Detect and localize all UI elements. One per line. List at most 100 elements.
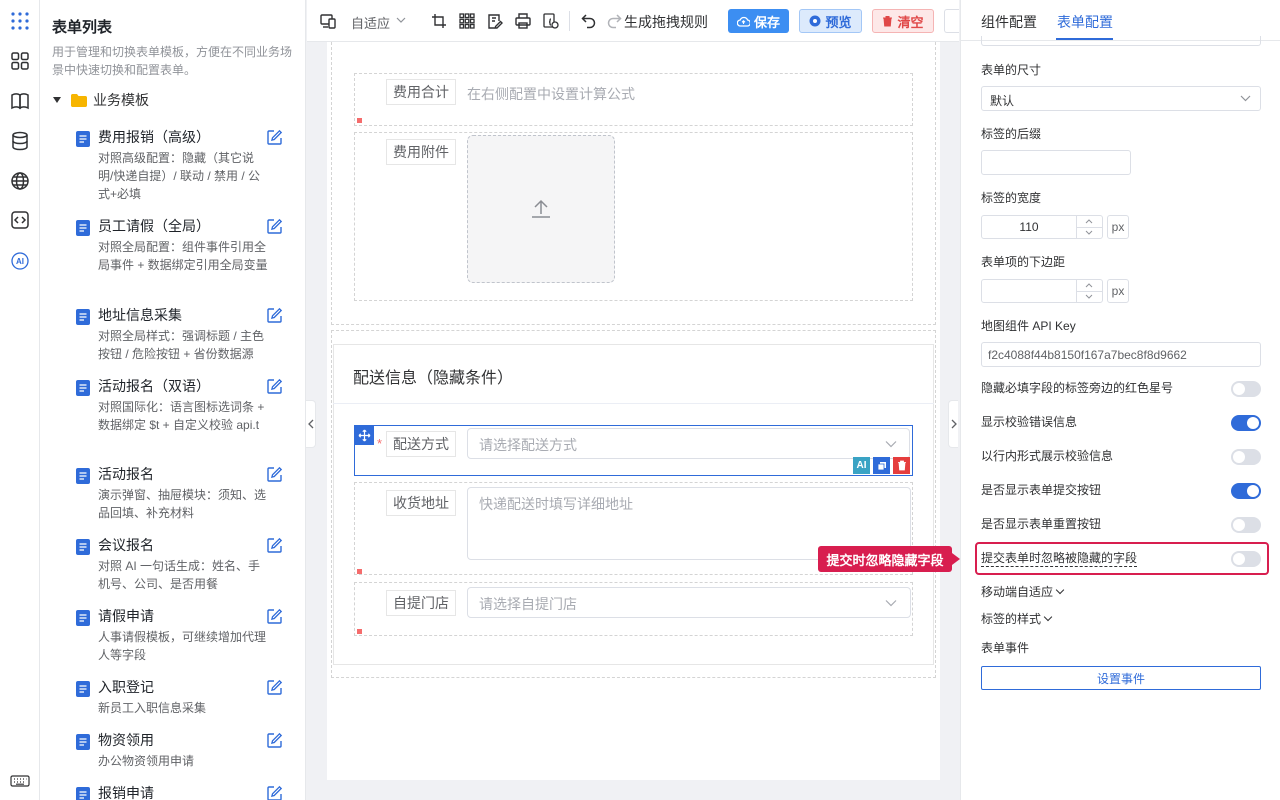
print-icon[interactable] xyxy=(514,12,532,30)
tab-form-config[interactable]: 表单配置 xyxy=(1057,12,1113,32)
grid-icon[interactable] xyxy=(458,12,476,30)
map-key-input[interactable]: f2c4088f44b8150f167a7bec8f8d9662 xyxy=(981,342,1261,367)
toggle-knob xyxy=(1233,383,1245,395)
clipped-input[interactable] xyxy=(981,36,1261,46)
upload-box[interactable] xyxy=(467,135,615,283)
margin-unit: px xyxy=(1107,279,1129,303)
margin-input[interactable] xyxy=(981,279,1103,303)
chevron-down-icon xyxy=(885,600,897,607)
section-title: 配送信息（隐藏条件） xyxy=(353,370,514,387)
edit-icon[interactable] xyxy=(266,679,283,696)
edit-icon[interactable] xyxy=(266,218,283,235)
copy-button[interactable] xyxy=(873,457,890,474)
set-events-button[interactable]: 设置事件 xyxy=(981,666,1261,690)
arrow-down-icon xyxy=(1085,230,1093,235)
toggle-switch[interactable] xyxy=(1231,483,1261,499)
clear-button[interactable]: 清空 xyxy=(872,9,934,33)
sidebar-description: 用于管理和切换表单模板，方便在不同业务场景中快速切换和配置表单。 xyxy=(52,45,293,77)
toggle-label: 是否显示表单重置按钮 xyxy=(981,517,1102,531)
chevron-down-icon xyxy=(1240,95,1251,102)
edit-icon[interactable] xyxy=(266,466,283,483)
template-name: 入职登记 xyxy=(98,679,154,695)
template-name: 地址信息采集 xyxy=(98,307,182,323)
ai-icon[interactable]: AI xyxy=(9,250,31,272)
keyboard-icon[interactable] xyxy=(9,770,31,792)
more-button[interactable] xyxy=(944,9,959,33)
chevron-down-icon xyxy=(1043,612,1053,622)
json-icon[interactable] xyxy=(542,12,560,30)
document-icon xyxy=(76,539,90,555)
delete-button[interactable] xyxy=(893,457,910,474)
template-group[interactable]: 业务模板 xyxy=(52,90,149,110)
delivery-label: 配送方式 xyxy=(386,431,456,457)
toggle-switch[interactable] xyxy=(1231,415,1261,431)
collapse-right-handle[interactable] xyxy=(948,400,958,448)
edit-icon[interactable] xyxy=(266,378,283,395)
group-label: 业务模板 xyxy=(93,92,149,108)
mobile-adapt-toggle[interactable]: 移动端自适应 xyxy=(981,583,1065,600)
template-name: 费用报销（高级） xyxy=(98,129,210,145)
size-select[interactable]: 默认 xyxy=(981,86,1261,111)
copy-icon xyxy=(877,461,886,470)
template-name: 请假申请 xyxy=(98,608,154,624)
edit-icon[interactable] xyxy=(266,732,283,749)
chevron-down-icon xyxy=(1055,585,1065,595)
crop-icon[interactable] xyxy=(430,12,448,30)
edit-icon[interactable] xyxy=(266,608,283,625)
collapse-left-handle[interactable] xyxy=(306,400,316,448)
resize-dot[interactable] xyxy=(357,569,362,574)
cloud-icon xyxy=(736,16,750,27)
apps-grid-icon[interactable] xyxy=(9,10,31,32)
template-description: 对照全局配置：组件事件引用全局事件 + 数据绑定引用全局变量 xyxy=(98,240,268,272)
edit-icon[interactable] xyxy=(266,129,283,146)
edit-icon[interactable] xyxy=(266,785,283,800)
edit-icon[interactable] xyxy=(266,537,283,554)
preview-label: 预览 xyxy=(825,14,852,30)
edit-icon[interactable] xyxy=(266,307,283,324)
address-label: 收货地址 xyxy=(386,490,456,516)
label-style-toggle[interactable]: 标签的样式 xyxy=(981,610,1053,627)
suffix-label: 标签的后缀 xyxy=(981,127,1042,141)
width-stepper[interactable] xyxy=(1076,216,1102,238)
move-icon xyxy=(358,429,370,441)
database-icon[interactable] xyxy=(9,130,31,152)
toggle-knob xyxy=(1247,417,1259,429)
undo-icon[interactable] xyxy=(580,12,598,30)
trash-icon xyxy=(883,16,893,27)
suffix-input[interactable] xyxy=(981,150,1131,175)
resize-dot[interactable] xyxy=(357,629,362,634)
code-icon[interactable] xyxy=(9,209,31,231)
adapt-select[interactable]: 自适应 xyxy=(351,13,390,32)
template-description: 对照全局样式：强调标题 / 主色按钮 / 危险按钮 + 省份数据源 xyxy=(98,329,265,361)
redo-icon[interactable] xyxy=(605,12,623,30)
toolbar-divider xyxy=(569,11,570,31)
mobile-adapt-label: 移动端自适应 xyxy=(981,585,1054,599)
resize-dot[interactable] xyxy=(357,118,362,123)
components-icon[interactable] xyxy=(9,50,31,72)
toggle-switch[interactable] xyxy=(1231,449,1261,465)
document-icon xyxy=(76,220,90,236)
template-description: 对照国际化：语言图标选词条 + 数据绑定 $t + 自定义校验 api.t xyxy=(98,400,265,432)
toggle-switch[interactable] xyxy=(1231,381,1261,397)
document-icon xyxy=(76,787,90,800)
preview-button[interactable]: 预览 xyxy=(799,9,862,33)
save-button[interactable]: 保存 xyxy=(728,9,789,33)
tab-component-config[interactable]: 组件配置 xyxy=(981,12,1037,32)
attachment-label: 费用附件 xyxy=(386,139,456,165)
generate-rules-button[interactable]: 生成拖拽规则 xyxy=(624,12,708,32)
drag-handle[interactable] xyxy=(354,425,374,445)
store-label: 自提门店 xyxy=(386,590,456,616)
width-input[interactable]: 110 xyxy=(981,215,1103,239)
globe-icon[interactable] xyxy=(9,170,31,192)
book-icon[interactable] xyxy=(9,90,31,112)
toggle-knob xyxy=(1233,519,1245,531)
edit-note-icon[interactable] xyxy=(486,12,504,30)
toggle-label: 隐藏必填字段的标签旁边的红色星号 xyxy=(981,381,1174,395)
toggle-label: 是否显示表单提交按钮 xyxy=(981,483,1102,497)
toggle-switch[interactable] xyxy=(1231,517,1261,533)
margin-stepper[interactable] xyxy=(1076,280,1102,302)
ai-badge-button[interactable]: AI xyxy=(853,457,870,474)
device-icon[interactable] xyxy=(319,12,337,30)
chevron-down-icon xyxy=(885,441,897,448)
arrow-down-icon xyxy=(1085,294,1093,299)
